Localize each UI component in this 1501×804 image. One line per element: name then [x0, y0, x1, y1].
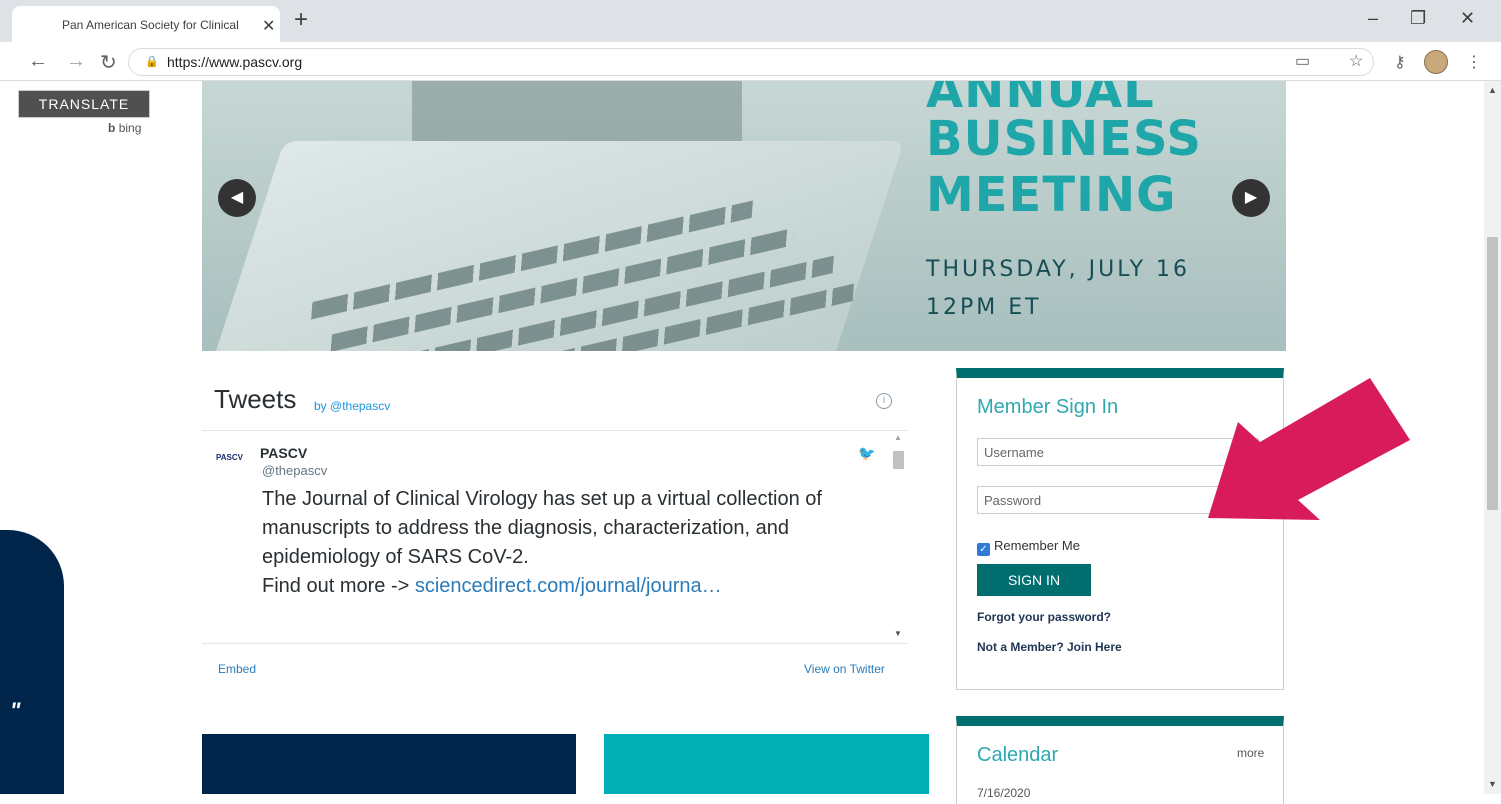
scroll-thumb[interactable]: [1487, 237, 1498, 510]
back-icon[interactable]: ←: [28, 50, 48, 73]
tweet-more-prefix: Find out more ->: [262, 575, 415, 597]
minimize-icon[interactable]: –: [1368, 8, 1378, 29]
forgot-password-link[interactable]: Forgot your password?: [977, 610, 1111, 624]
scroll-up-icon[interactable]: ▲: [1488, 85, 1497, 95]
hero-carousel: ANNUAL BUSINESS MEETING THURSDAY, JULY 1…: [202, 81, 1286, 351]
join-link[interactable]: Not a Member? Join Here: [977, 640, 1122, 654]
embed-link[interactable]: Embed: [218, 662, 256, 676]
reload-icon[interactable]: ↻: [100, 50, 117, 75]
pointer-arrow-icon: [1208, 378, 1410, 520]
forward-icon[interactable]: →: [66, 50, 86, 73]
calendar-more-link[interactable]: more: [1237, 746, 1264, 760]
tweets-title: Tweets: [214, 384, 297, 414]
tweet-scroll-up-icon[interactable]: ▲: [894, 433, 902, 442]
checkbox-checked-icon[interactable]: ✓: [977, 543, 990, 556]
hero-line-meeting: MEETING: [926, 167, 1177, 223]
carousel-prev-icon[interactable]: ◀: [218, 179, 256, 217]
tweet-author-handle[interactable]: @thepascv: [262, 463, 327, 478]
carousel-next-icon[interactable]: ▶: [1232, 179, 1270, 217]
info-icon[interactable]: i: [876, 393, 892, 409]
lock-icon: 🔒: [145, 56, 159, 68]
feature-card-teal[interactable]: [604, 734, 929, 794]
hero-time: 12PM ET: [926, 295, 1042, 320]
tweet-author-name[interactable]: PASCV: [260, 445, 307, 461]
browser-toolbar: ← → ↻ 🔒 https://www.pascv.org ▭ ☆ ⚷ ⋮: [0, 42, 1501, 81]
translate-button[interactable]: TRANSLATE: [18, 90, 150, 118]
calendar-title: Calendar: [977, 744, 1059, 766]
feature-card-navy[interactable]: [202, 734, 576, 794]
tweet-body: The Journal of Clinical Virology has set…: [262, 485, 892, 601]
tweet-text: The Journal of Clinical Virology has set…: [262, 488, 822, 568]
scroll-down-icon[interactable]: ▼: [1488, 779, 1497, 789]
tweet-scroll-thumb[interactable]: [893, 451, 904, 469]
bookmark-star-icon[interactable]: ☆: [1349, 51, 1363, 71]
tab-bar: Pan American Society for Clinical ✕ + – …: [0, 0, 1501, 42]
quote-mark: ": [10, 698, 21, 723]
side-quote-panel: ": [0, 530, 64, 794]
signin-title: Member Sign In: [977, 396, 1119, 418]
tweets-by-link[interactable]: by @thepascv: [314, 399, 390, 413]
view-on-twitter-link[interactable]: View on Twitter: [804, 662, 885, 676]
remember-me-label: Remember Me: [994, 538, 1080, 553]
key-icon[interactable]: ⚷: [1394, 52, 1406, 72]
twitter-timeline: Tweets by @thepascv i PASCV PASCV @thepa…: [202, 370, 908, 688]
tab-title: Pan American Society for Clinical: [62, 18, 239, 32]
twitter-bird-icon[interactable]: 🐦: [858, 445, 875, 462]
profile-avatar[interactable]: [1424, 50, 1448, 74]
cast-icon[interactable]: ▭: [1295, 51, 1310, 71]
tweet-scroll-down-icon[interactable]: ▼: [894, 629, 902, 638]
close-tab-icon[interactable]: ✕: [262, 16, 275, 36]
bing-b-icon: b: [108, 121, 116, 135]
signin-button[interactable]: SIGN IN: [977, 564, 1091, 596]
tweet-scrollbar[interactable]: ▲ ▼: [889, 431, 907, 643]
browser-tab[interactable]: Pan American Society for Clinical ✕: [12, 6, 280, 42]
bing-label: bing: [118, 121, 142, 135]
remember-me-checkbox[interactable]: ✓ Remember Me: [977, 538, 1080, 556]
address-bar[interactable]: 🔒 https://www.pascv.org ▭ ☆: [128, 48, 1374, 76]
hero-line-business: BUSINESS: [926, 111, 1202, 167]
bing-logo: b bing: [108, 121, 141, 135]
calendar-date[interactable]: 7/16/2020: [977, 786, 1030, 800]
tweet-list: PASCV PASCV @thepascv 🐦 The Journal of C…: [202, 430, 908, 644]
menu-icon[interactable]: ⋮: [1466, 52, 1482, 72]
new-tab-icon[interactable]: +: [294, 6, 308, 34]
url-text[interactable]: https://www.pascv.org: [167, 54, 302, 70]
tweet-link[interactable]: sciencedirect.com/journal/journa…: [415, 575, 722, 597]
close-window-icon[interactable]: ✕: [1460, 8, 1475, 29]
page-scrollbar[interactable]: ▲ ▼: [1484, 81, 1501, 794]
restore-icon[interactable]: ❐: [1410, 8, 1426, 29]
calendar-panel: Calendar more 7/16/2020: [956, 716, 1284, 804]
hero-date: THURSDAY, JULY 16: [926, 257, 1191, 282]
pascv-avatar[interactable]: PASCV: [216, 453, 243, 462]
